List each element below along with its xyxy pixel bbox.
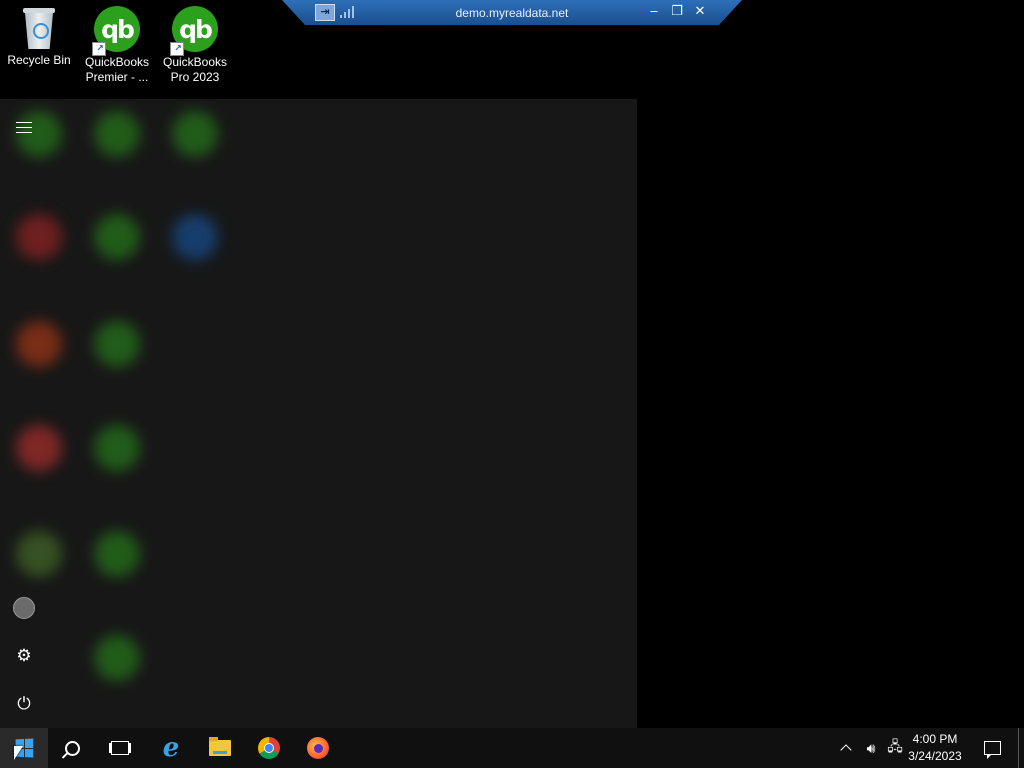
power-icon[interactable]: ⏻ — [12, 692, 36, 716]
desktop-icon-label: QuickBooks Pro 2023 — [162, 55, 228, 84]
blurred-tile — [172, 214, 218, 260]
clock-time: 4:00 PM — [912, 732, 958, 746]
restore-icon[interactable]: ❐ — [669, 3, 685, 19]
blurred-tile — [94, 531, 140, 577]
search-button[interactable] — [48, 728, 96, 768]
volume-icon[interactable]: 🔊︎ — [860, 728, 882, 768]
shortcut-arrow-icon: ↗ — [92, 42, 106, 56]
recycle-bin-icon — [21, 6, 57, 50]
folder-icon — [209, 737, 231, 756]
blurred-tile — [94, 635, 140, 681]
task-view-icon — [111, 741, 129, 755]
blurred-tile — [94, 425, 140, 471]
settings-gear-icon[interactable]: ⚙ — [12, 644, 36, 668]
notification-icon — [983, 741, 1001, 759]
clock-date: 3/24/2023 — [908, 749, 962, 763]
internet-explorer-icon: e — [162, 733, 180, 763]
firefox-button[interactable] — [294, 728, 342, 768]
close-icon[interactable]: ✕ — [692, 3, 708, 19]
minimize-icon[interactable]: ‒ — [646, 3, 662, 18]
action-center-button[interactable] — [978, 728, 1006, 768]
show-hidden-icons-chevron-icon[interactable] — [836, 728, 856, 768]
shortcut-arrow-icon: ↗ — [170, 42, 184, 56]
start-button[interactable] — [0, 728, 48, 768]
mouse-cursor-icon — [14, 746, 23, 760]
blurred-tile — [172, 111, 218, 157]
start-menu-rail: ⚙ ⏻ — [0, 99, 48, 728]
hamburger-icon[interactable] — [12, 115, 36, 139]
user-avatar[interactable] — [12, 596, 36, 620]
search-icon — [64, 740, 80, 756]
quickbooks-icon: qb ↗ — [92, 6, 140, 56]
desktop-icon-label: QuickBooks Premier - ... — [84, 55, 150, 84]
file-explorer-button[interactable] — [196, 728, 244, 768]
chrome-button[interactable] — [245, 728, 293, 768]
blurred-tile — [94, 321, 140, 367]
quickbooks-icon: qb ↗ — [170, 6, 218, 56]
taskbar-clock[interactable]: 4:00 PM 3/24/2023 — [904, 731, 966, 765]
show-desktop-button[interactable] — [1018, 728, 1024, 768]
start-menu: ⚙ ⏻ — [0, 99, 637, 728]
blurred-tile — [94, 111, 140, 157]
desktop-icon-label: Recycle Bin — [7, 53, 71, 67]
desktop-icon-quickbooks-premier[interactable]: qb ↗ QuickBooks Premier - ... — [78, 6, 156, 85]
firefox-icon — [307, 737, 329, 759]
desktop-icon-recycle-bin[interactable]: Recycle Bin — [0, 6, 78, 68]
taskbar: e 🔊︎ 🖧 4:00 PM 3/24/2023 — [0, 728, 1024, 768]
task-view-button[interactable] — [96, 728, 144, 768]
remote-connection-bar: ⇥ demo.myrealdata.net ‒ ❐ ✕ — [282, 0, 742, 25]
blurred-tile — [94, 214, 140, 260]
network-icon[interactable]: 🖧 — [884, 728, 906, 768]
chrome-icon — [258, 737, 280, 759]
desktop-icon-quickbooks-pro-2023[interactable]: qb ↗ QuickBooks Pro 2023 — [156, 6, 234, 85]
internet-explorer-button[interactable]: e — [147, 728, 195, 768]
